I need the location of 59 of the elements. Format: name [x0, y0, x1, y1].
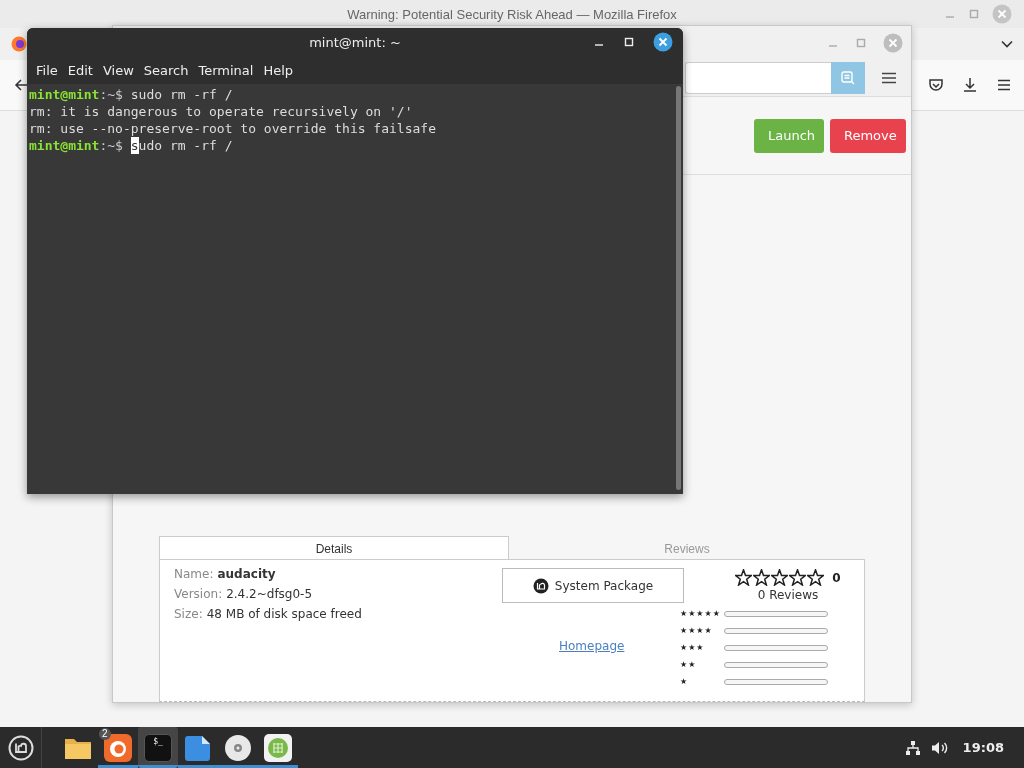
- back-arrow-icon[interactable]: [14, 78, 28, 92]
- rating-level-label: ★★★★: [680, 625, 713, 636]
- taskbar-launcher[interactable]: $_: [138, 727, 178, 768]
- rating-level-label: ★★★★★: [680, 608, 721, 619]
- homepage-link[interactable]: Homepage: [559, 639, 625, 653]
- detail-label: Version:: [174, 586, 223, 602]
- menu-item[interactable]: Help: [259, 62, 300, 78]
- volume-icon[interactable]: [930, 739, 949, 756]
- close-button[interactable]: [653, 32, 673, 52]
- scrollbar-thumb[interactable]: [675, 86, 681, 490]
- review-count: 0 Reviews: [757, 588, 819, 602]
- rating-score: 0: [832, 570, 841, 585]
- prompt-user: mint@mint: [29, 137, 100, 154]
- network-icon[interactable]: [904, 739, 921, 756]
- output-text: rm: use --no-preserve-root to override this failsafe: [29, 120, 436, 137]
- detail-label: Name:: [174, 566, 214, 582]
- grid-app-icon: [264, 733, 292, 762]
- mint-logo-icon: [532, 577, 549, 594]
- disc-icon: [224, 733, 252, 762]
- menu-item[interactable]: Search: [139, 62, 195, 78]
- command-text: udo rm -rf /: [138, 137, 233, 154]
- rating-level-label: ★★★: [680, 642, 705, 653]
- search-icon: [840, 69, 856, 86]
- prompt-path: :~$: [99, 86, 123, 103]
- star-icon: [807, 569, 825, 586]
- tab[interactable]: Details: [159, 536, 509, 560]
- rating-level-label: ★: [680, 676, 689, 687]
- star-icon: [753, 569, 771, 586]
- window-title: Warning: Potential Security Risk Ahead — Mozilla Firefox: [347, 6, 677, 22]
- clock[interactable]: 19:08: [962, 740, 1004, 755]
- document-icon: [184, 733, 212, 762]
- menu-item[interactable]: View: [98, 62, 140, 78]
- text-cursor: s: [130, 137, 139, 154]
- detail-value: audacity: [217, 566, 276, 582]
- pocket-icon[interactable]: [928, 77, 944, 93]
- window-title: mint@mint: ~: [309, 34, 401, 50]
- prompt-path: :~$: [99, 137, 123, 154]
- source-button[interactable]: System Package: [502, 568, 684, 603]
- detail-value: 48 MB of disk space freed: [206, 606, 362, 622]
- window-count-badge: 2: [99, 728, 111, 740]
- menu-item[interactable]: Edit: [63, 62, 99, 78]
- browser-logo-icon: [11, 36, 27, 52]
- menu-item[interactable]: File: [32, 62, 64, 78]
- remove-button[interactable]: Remove: [830, 118, 906, 153]
- prompt-user: mint@mint: [29, 86, 100, 103]
- star-icon: [789, 569, 807, 586]
- detail-label: Size:: [174, 606, 203, 622]
- detail-value: 2.4.2~dfsg0-5: [226, 586, 313, 602]
- mint-logo-icon: [7, 734, 34, 761]
- menu-icon[interactable]: [996, 77, 1012, 93]
- star-icon: [735, 569, 753, 586]
- command-text: sudo rm -rf /: [129, 86, 233, 103]
- output-text: rm: it is dangerous to operate recursively on '/': [29, 103, 413, 120]
- download-icon[interactable]: [962, 77, 978, 93]
- rating-level-label: ★★: [680, 659, 697, 670]
- star-icon: [771, 569, 789, 586]
- search-field[interactable]: [685, 61, 831, 94]
- menu-item[interactable]: Terminal: [194, 62, 260, 78]
- terminal-icon: $_: [144, 733, 172, 762]
